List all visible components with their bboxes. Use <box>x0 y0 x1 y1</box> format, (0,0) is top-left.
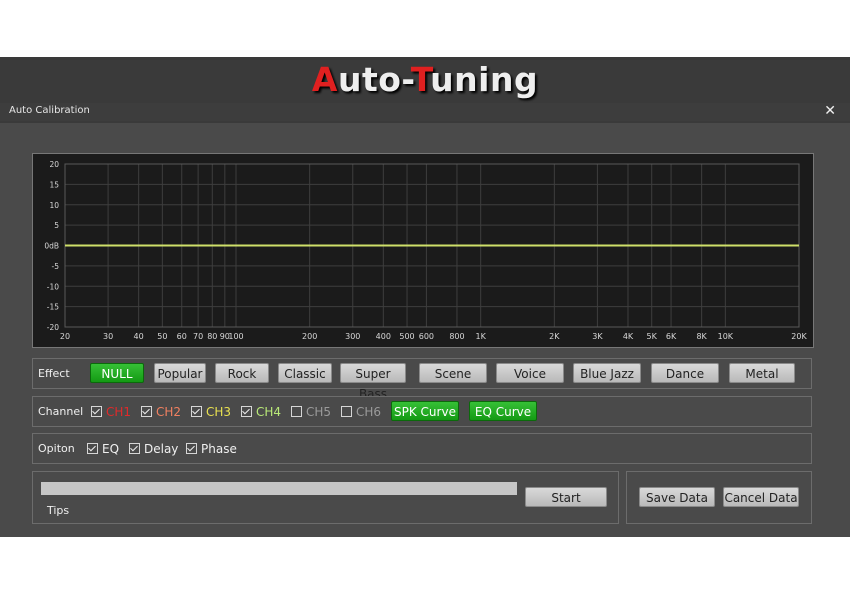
tips-label: Tips <box>47 504 70 517</box>
effect-button-popular[interactable]: Popular <box>154 363 206 383</box>
effect-button-voice[interactable]: Voice <box>496 363 564 383</box>
channel-checkbox-ch5[interactable]: CH5 <box>291 404 331 420</box>
channel-checkbox-ch3-label: CH3 <box>206 405 232 419</box>
x-tick-label: 30 <box>103 332 113 341</box>
channel-checkbox-ch2[interactable]: CH2 <box>141 404 181 420</box>
channel-checkbox-ch4-label: CH4 <box>256 405 282 419</box>
channel-checkbox-ch4[interactable]: CH4 <box>241 404 281 420</box>
x-tick-label: 4K <box>623 332 634 341</box>
save-data-button[interactable]: Save Data <box>639 487 715 507</box>
data-buttons-group: Save Data Cancel Data <box>626 471 812 524</box>
channel-checkbox-ch6-label: CH6 <box>356 405 382 419</box>
y-tick-label: -15 <box>47 303 59 312</box>
x-tick-label: 20K <box>791 332 807 341</box>
eq-curve-button[interactable]: EQ Curve <box>469 401 537 421</box>
x-tick-label: 70 <box>193 332 203 341</box>
channel-checkbox-ch6[interactable]: CH6 <box>341 404 381 420</box>
channel-checkbox-ch3[interactable]: CH3 <box>191 404 231 420</box>
x-tick-label: 300 <box>345 332 360 341</box>
y-tick-label: 10 <box>49 201 59 210</box>
y-tick-label: 0dB <box>44 242 59 251</box>
checkbox-icon <box>129 443 140 454</box>
option-checkbox-phase-label: Phase <box>201 442 237 456</box>
effect-button-blue-jazz[interactable]: Blue Jazz <box>573 363 641 383</box>
window-titlebar: Auto Calibration ✕ <box>0 103 850 121</box>
x-tick-label: 500 <box>399 332 414 341</box>
y-tick-label: 20 <box>49 160 59 169</box>
effect-button-scene[interactable]: Scene <box>419 363 487 383</box>
spk-curve-button[interactable]: SPK Curve <box>391 401 459 421</box>
x-tick-label: 10K <box>718 332 734 341</box>
app-window: Auto-Tuning Auto Calibration ✕ 20 30 40 50 6… <box>0 57 850 537</box>
checkbox-icon <box>341 406 352 417</box>
effect-button-rock[interactable]: Rock <box>215 363 269 383</box>
effect-button-classic[interactable]: Classic <box>278 363 332 383</box>
x-tick-label: 3K <box>592 332 603 341</box>
channel-checkbox-ch5-label: CH5 <box>306 405 332 419</box>
x-tick-label: 80 <box>207 332 217 341</box>
option-checkbox-delay-label: Delay <box>144 442 179 456</box>
x-tick-label: 5K <box>647 332 658 341</box>
effect-button-metal[interactable]: Metal <box>729 363 795 383</box>
progress-group: Tips Start <box>32 471 619 524</box>
x-tick-label: 1K <box>476 332 487 341</box>
checkbox-icon <box>186 443 197 454</box>
y-tick-label: -10 <box>47 282 59 291</box>
checkbox-icon <box>191 406 202 417</box>
x-tick-label: 40 <box>134 332 144 341</box>
y-tick-label: -5 <box>52 262 60 271</box>
progress-bar <box>41 482 517 495</box>
x-tick-label: 100 <box>228 332 243 341</box>
checkbox-icon <box>141 406 152 417</box>
x-tick-label: 20 <box>60 332 70 341</box>
effect-button-null[interactable]: NULL <box>90 363 144 383</box>
effect-group: Effect NULL Popular Rock Classic Super Bass S… <box>32 358 812 401</box>
banner-title-part: uto- <box>337 60 411 99</box>
x-tick-label: 8K <box>696 332 707 341</box>
x-tick-label: 200 <box>302 332 317 341</box>
cancel-data-button[interactable]: Cancel Data <box>723 487 799 507</box>
x-tick-label: 800 <box>449 332 464 341</box>
channel-checkbox-ch2-label: CH2 <box>156 405 182 419</box>
checkbox-icon <box>241 406 252 417</box>
close-icon[interactable]: ✕ <box>824 103 836 119</box>
effect-label: Effect <box>38 367 70 380</box>
option-checkbox-eq[interactable]: EQ <box>87 441 119 457</box>
x-tick-label: 600 <box>419 332 434 341</box>
channel-group: Channel CH1 CH2 CH3 CH4 CH5 CH6 SPK Curve EQ … <box>32 396 812 427</box>
channel-checkbox-ch1[interactable]: CH1 <box>91 404 131 420</box>
banner-title-letter-t: T <box>410 60 431 99</box>
option-checkbox-eq-label: EQ <box>102 442 120 456</box>
start-button[interactable]: Start <box>525 487 607 507</box>
channel-label: Channel <box>38 405 84 418</box>
option-label: Opiton <box>38 442 75 455</box>
y-tick-label: 15 <box>49 180 59 189</box>
banner-title-letter-a: A <box>311 60 338 99</box>
y-tick-label: 5 <box>54 221 59 230</box>
effect-button-super-bass[interactable]: Super Bass <box>340 363 406 401</box>
x-tick-label: 6K <box>666 332 677 341</box>
option-checkbox-phase[interactable]: Phase <box>186 441 237 457</box>
x-tick-label: 400 <box>376 332 391 341</box>
eq-chart-svg: 20 30 40 50 60 70 80 90100 200 300 400 500 600 800 1K 2… <box>44 160 807 341</box>
effect-button-dance[interactable]: Dance <box>651 363 719 383</box>
option-checkbox-delay[interactable]: Delay <box>129 441 178 457</box>
checkbox-icon <box>291 406 302 417</box>
option-group: Opiton EQ Delay Phase <box>32 433 812 464</box>
banner-title-end: uning <box>430 60 539 99</box>
client-area: 20 30 40 50 60 70 80 90 100 200 300 400 500 600 800 1K 2… <box>0 123 850 537</box>
x-tick-label: 50 <box>157 332 167 341</box>
checkbox-icon <box>87 443 98 454</box>
window-title: Auto Calibration <box>9 105 90 116</box>
x-tick-label: 2K <box>549 332 560 341</box>
y-tick-label: -20 <box>47 323 59 332</box>
banner-title: Auto-Tuning <box>0 57 850 103</box>
x-tick-label: 60 <box>177 332 187 341</box>
channel-checkbox-ch1-label: CH1 <box>106 405 132 419</box>
checkbox-icon <box>91 406 102 417</box>
eq-response-chart: 20 30 40 50 60 70 80 90 100 200 300 400 500 600 800 1K 2… <box>32 153 814 348</box>
